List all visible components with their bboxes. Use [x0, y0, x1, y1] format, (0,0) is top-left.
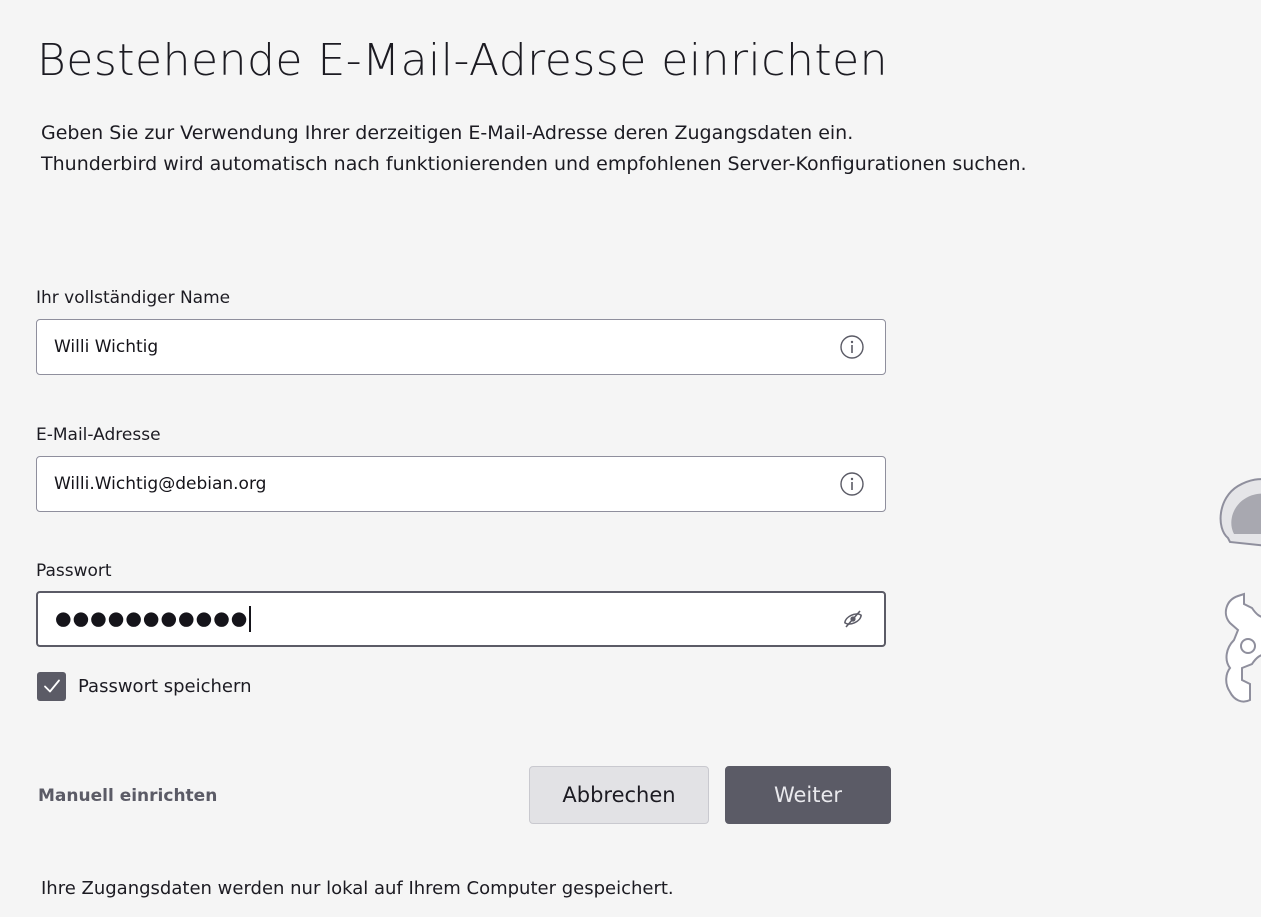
password-input-value: ●●●●●●●●●●● [55, 606, 252, 632]
name-label: Ihr vollständiger Name [36, 288, 231, 308]
intro-text: Geben Sie zur Verwendung Ihrer derzeitig… [41, 118, 1027, 180]
setup-illustration [1219, 478, 1261, 703]
cancel-button[interactable]: Abbrechen [529, 766, 709, 824]
email-label: E-Mail-Adresse [36, 425, 161, 445]
remember-password-label[interactable]: Passwort speichern [78, 676, 252, 697]
remember-password-row[interactable]: Passwort speichern [37, 671, 252, 701]
page-title: Bestehende E-Mail-Adresse einrichten [37, 35, 889, 86]
account-setup-page: Bestehende E-Mail-Adresse einrichten Geb… [0, 0, 1261, 917]
text-caret [249, 606, 252, 632]
intro-line-2: Thunderbird wird automatisch nach funkti… [41, 153, 1027, 175]
email-input-value: Willi.Wichtig@debian.org [54, 474, 267, 494]
password-input[interactable]: ●●●●●●●●●●● [36, 591, 886, 647]
intro-line-1: Geben Sie zur Verwendung Ihrer derzeitig… [41, 122, 854, 144]
remember-password-checkbox[interactable] [37, 671, 66, 701]
password-label: Passwort [36, 561, 112, 581]
checkmark-icon [43, 679, 60, 693]
info-icon[interactable] [839, 471, 865, 497]
next-button[interactable]: Weiter [725, 766, 891, 824]
password-mask: ●●●●●●●●●●● [55, 607, 249, 630]
info-icon[interactable] [839, 334, 865, 360]
manual-setup-link[interactable]: Manuell einrichten [38, 786, 217, 806]
mail-bubble-icon [1219, 478, 1261, 547]
name-input[interactable]: Willi Wichtig [36, 319, 886, 375]
local-storage-note: Ihre Zugangsdaten werden nur lokal auf I… [41, 878, 674, 899]
name-input-value: Willi Wichtig [54, 337, 159, 357]
eye-slash-icon[interactable] [842, 608, 864, 630]
wrench-icon [1224, 592, 1261, 703]
email-input[interactable]: Willi.Wichtig@debian.org [36, 456, 886, 512]
